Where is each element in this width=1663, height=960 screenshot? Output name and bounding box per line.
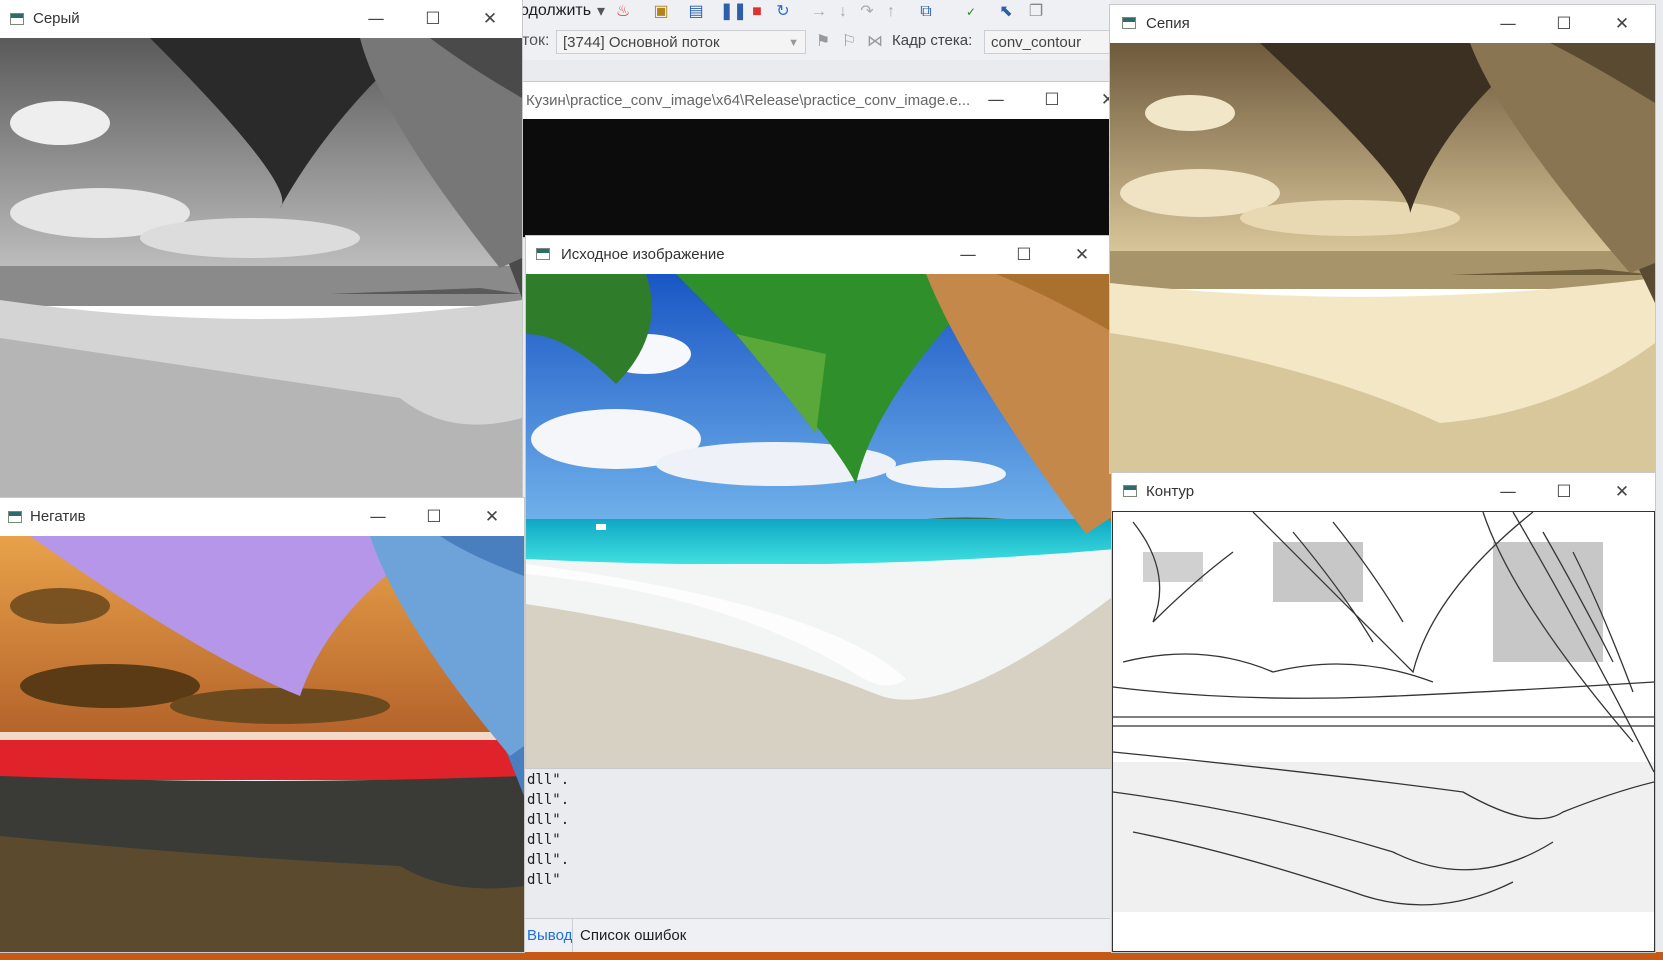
spellcheck-icon[interactable]: ✓	[960, 0, 982, 24]
output-line: dll"	[527, 832, 561, 848]
console-title: Кузин\practice_conv_image\x64\Release\pr…	[526, 92, 971, 109]
sepia-titlebar[interactable]: Сепия — ☐ ✕	[1110, 5, 1655, 43]
minimize-icon[interactable]: —	[1480, 473, 1536, 511]
negative-image	[0, 536, 524, 952]
original-titlebar[interactable]: Исходное изображение — ☐ ✕	[526, 236, 1116, 274]
ide-toolbar: одолжить ▾ ♨ ▣ ▤ ❚❚ ■ ↻ → ↓ ↷ ↑ ⧉ ✓ ⬉ ❐	[520, 0, 1110, 24]
flame-icon[interactable]: ♨	[612, 0, 634, 24]
maximize-icon[interactable]: ☐	[1024, 82, 1080, 119]
maximize-icon[interactable]: ☐	[1536, 473, 1592, 511]
flag-all-icon[interactable]: ⚐	[838, 30, 860, 54]
contour-image	[1112, 511, 1655, 952]
cursor-icon[interactable]: ⬉	[995, 0, 1017, 24]
close-icon[interactable]: ✕	[1594, 5, 1650, 43]
filter-icon[interactable]: ⋈	[864, 30, 886, 54]
maximize-icon[interactable]: ☐	[406, 498, 462, 536]
tab-output[interactable]: Вывод	[520, 919, 579, 952]
window-gray[interactable]: Серый — ☐ ✕	[0, 0, 522, 498]
minimize-icon[interactable]: —	[348, 0, 404, 38]
maximize-icon[interactable]: ☐	[1536, 5, 1592, 43]
sepia-image	[1110, 43, 1655, 473]
thread-label: ток:	[522, 32, 550, 49]
close-icon[interactable]: ✕	[1054, 236, 1110, 274]
gray-titlebar[interactable]: Серый — ☐ ✕	[0, 0, 522, 38]
window-sepia[interactable]: Сепия — ☐ ✕	[1110, 5, 1655, 473]
output-line: dll"	[527, 872, 561, 888]
sepia-title: Сепия	[1146, 15, 1190, 32]
minimize-icon[interactable]: —	[940, 236, 996, 274]
negative-titlebar[interactable]: Негатив — ☐ ✕	[0, 498, 524, 536]
gray-title: Серый	[33, 10, 80, 27]
negative-title: Негатив	[30, 508, 86, 525]
stack-label: Кадр стека:	[892, 32, 973, 49]
close-icon[interactable]: ✕	[464, 498, 520, 536]
minimize-icon[interactable]: —	[1480, 5, 1536, 43]
window-icon[interactable]: ▤	[685, 0, 707, 24]
app-icon	[8, 511, 22, 523]
thread-select[interactable]: [3744] Основной поток ▼	[556, 30, 806, 54]
step-over-icon[interactable]: →	[808, 0, 830, 24]
dropdown-icon[interactable]: ▾	[590, 0, 612, 24]
window-original[interactable]: Исходное изображение — ☐ ✕	[526, 236, 1116, 768]
bottom-tabs: Вывод Список ошибок	[520, 918, 1110, 953]
output-line: dll".	[527, 812, 570, 828]
app-icon	[536, 248, 550, 260]
stack-select-value: conv_contour	[991, 34, 1082, 51]
chevron-down-icon: ▼	[788, 37, 799, 49]
minimize-icon[interactable]: —	[968, 82, 1024, 119]
output-line: dll".	[527, 792, 570, 808]
thread-select-value: [3744] Основной поток	[563, 34, 720, 51]
stack-select[interactable]: conv_contour	[984, 30, 1114, 54]
close-icon[interactable]: ✕	[1080, 82, 1110, 119]
pause-icon[interactable]: ❚❚	[720, 0, 747, 24]
app-icon	[10, 13, 24, 25]
minimize-icon[interactable]: —	[350, 498, 406, 536]
app-icon	[1122, 17, 1136, 29]
tab-error-list[interactable]: Список ошибок	[572, 919, 693, 952]
step-into-icon[interactable]: ↓	[832, 0, 854, 24]
console-body	[520, 119, 1110, 237]
output-line: dll".	[527, 772, 570, 788]
maximize-icon[interactable]: ☐	[996, 236, 1052, 274]
output-pane: dll". dll". dll". dll" dll". dll"	[525, 770, 1115, 900]
flag-icon[interactable]: ⚑	[812, 30, 834, 54]
restart-icon[interactable]: ↻	[772, 0, 794, 24]
step-out-icon[interactable]: ↑	[880, 0, 902, 24]
step-back-icon[interactable]: ↷	[856, 0, 878, 24]
hex-icon[interactable]: ⧉	[915, 0, 937, 24]
close-icon[interactable]: ✕	[462, 0, 518, 38]
contour-titlebar[interactable]: Контур — ☐ ✕	[1112, 473, 1655, 511]
ide-debug-location-bar: ток: [3744] Основной поток ▼ ⚑ ⚐ ⋈ Кадр …	[520, 24, 1114, 60]
gray-image	[0, 38, 522, 498]
maximize-icon[interactable]: ☐	[405, 0, 461, 38]
output-line: dll".	[527, 852, 570, 868]
original-title: Исходное изображение	[561, 246, 725, 263]
window-negative[interactable]: Негатив — ☐ ✕	[0, 498, 524, 952]
window-contour[interactable]: Контур — ☐ ✕	[1112, 473, 1655, 952]
copy-icon[interactable]: ❐	[1025, 0, 1047, 24]
continue-button[interactable]: одолжить	[520, 2, 591, 20]
contour-title: Контур	[1146, 483, 1195, 500]
console-window[interactable]: Кузин\practice_conv_image\x64\Release\pr…	[520, 82, 1110, 237]
original-image	[526, 274, 1116, 768]
close-icon[interactable]: ✕	[1594, 473, 1650, 511]
console-titlebar[interactable]: Кузин\practice_conv_image\x64\Release\pr…	[520, 82, 1110, 119]
folder-icon[interactable]: ▣	[650, 0, 672, 24]
app-icon	[1123, 485, 1137, 497]
status-bar	[0, 952, 1663, 960]
stop-icon[interactable]: ■	[746, 0, 768, 24]
